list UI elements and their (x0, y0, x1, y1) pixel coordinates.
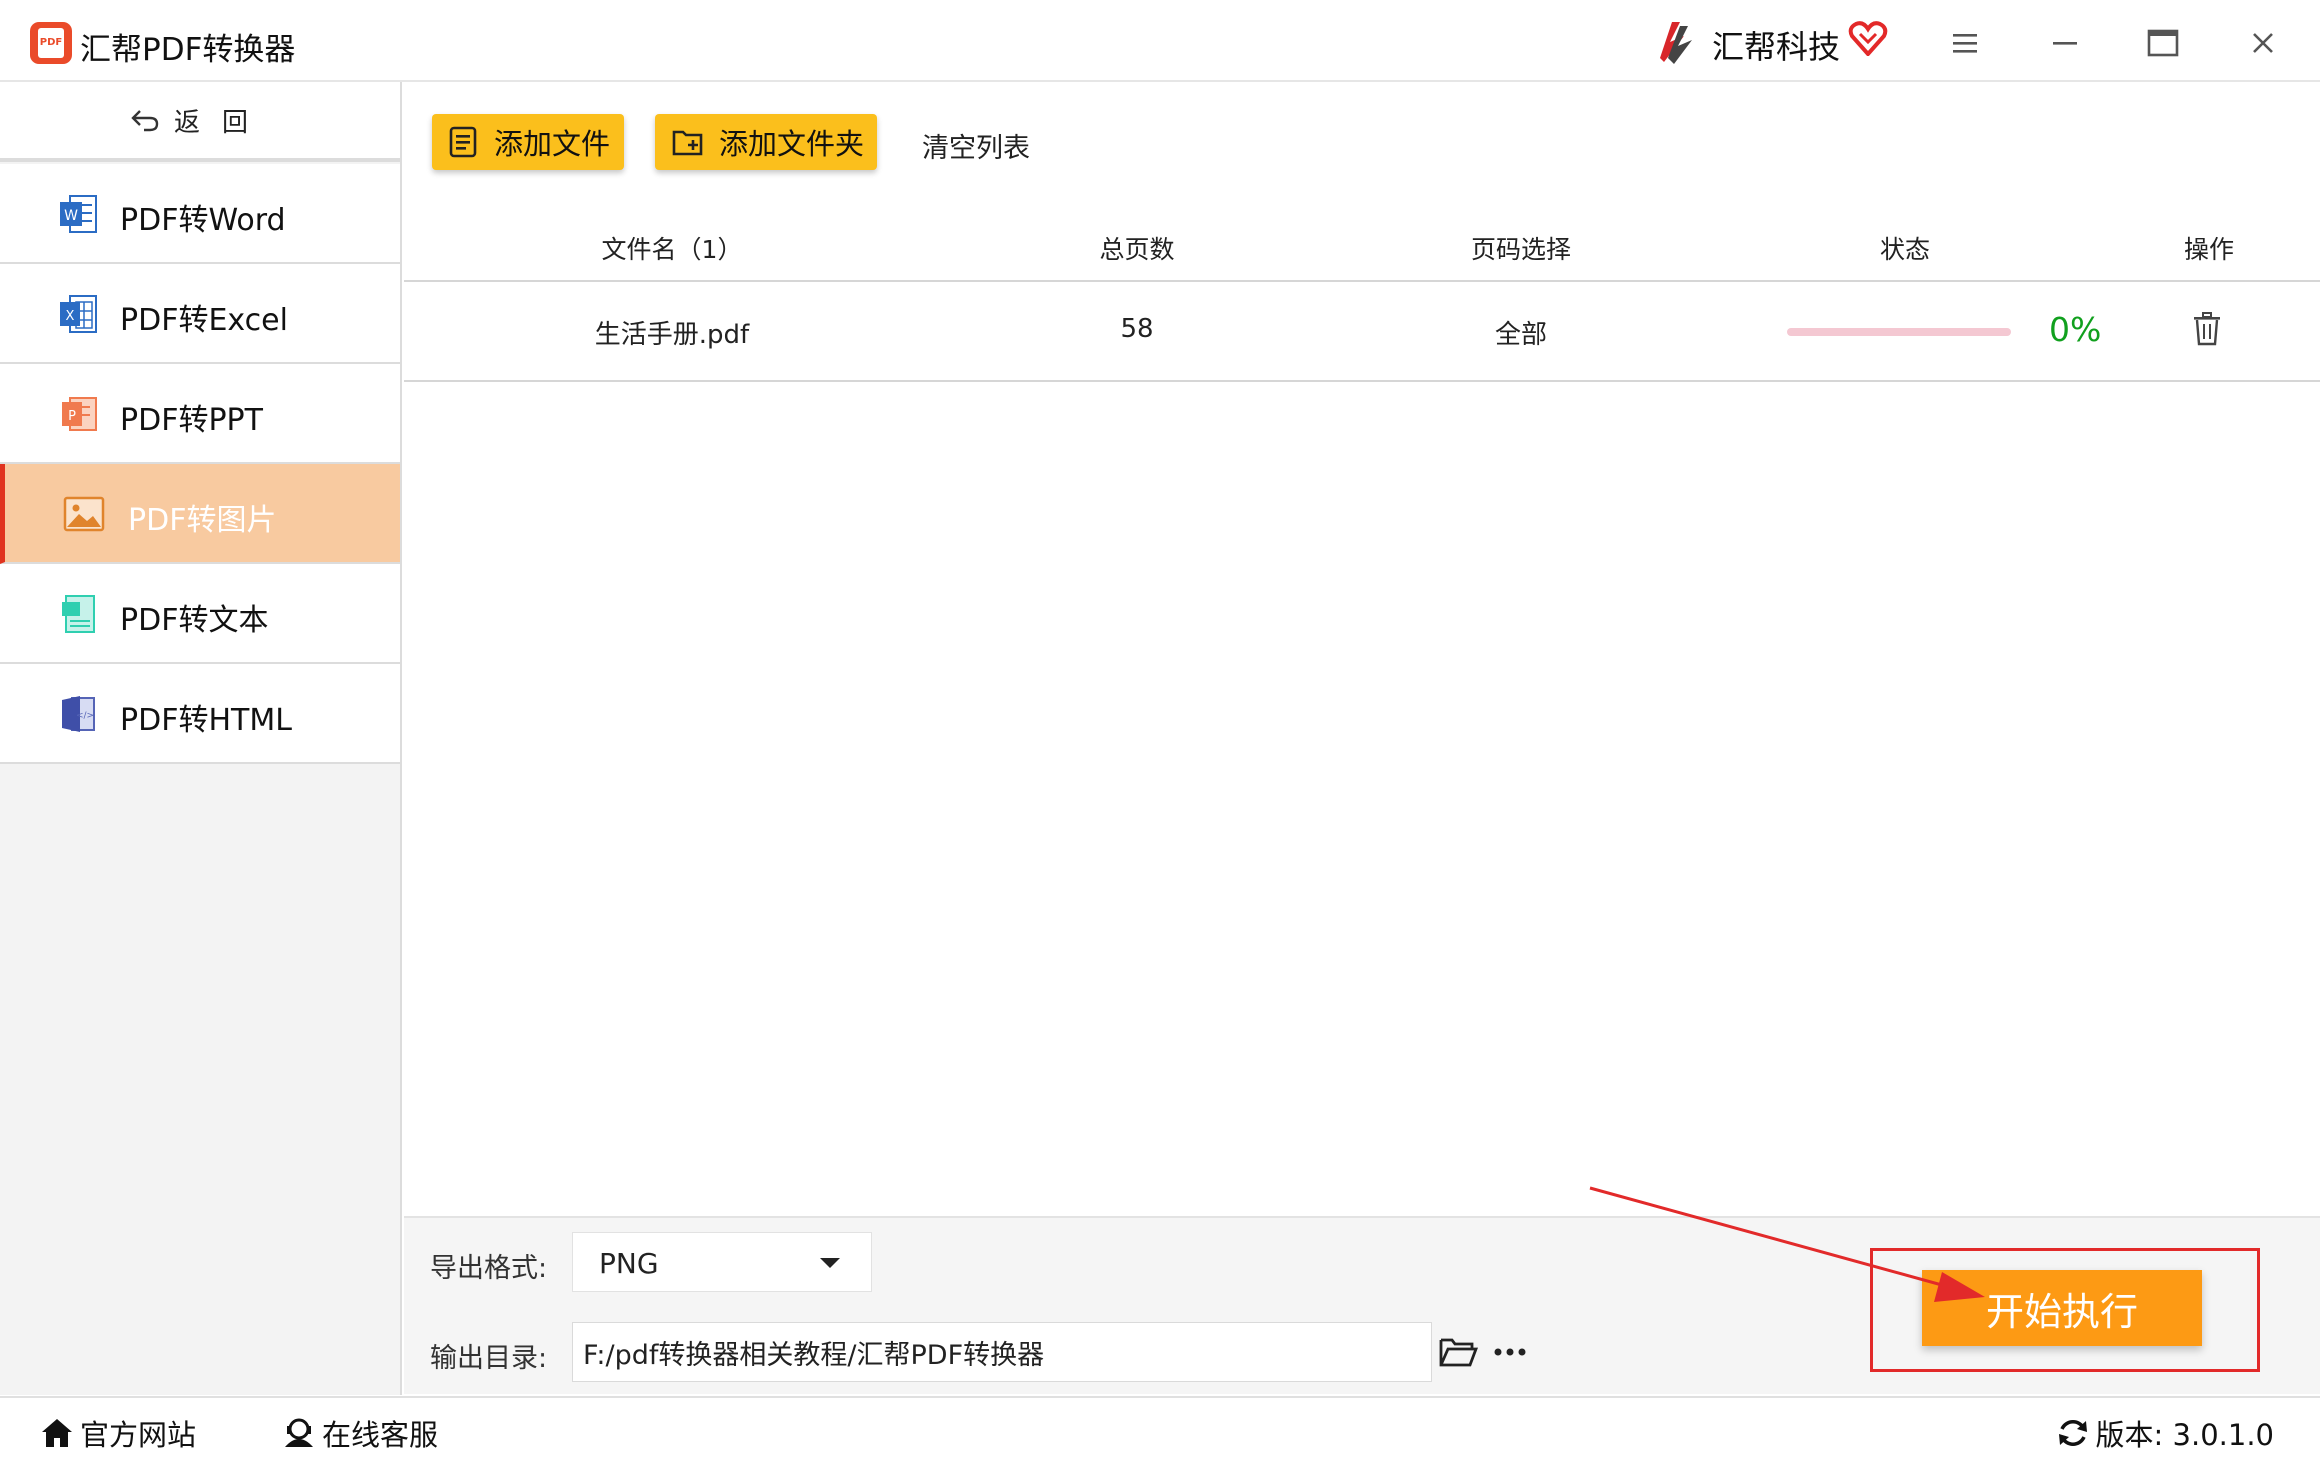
svg-text:W: W (64, 208, 78, 224)
column-header-status: 状态 (1879, 235, 1931, 264)
app-logo-text: PDF (39, 37, 63, 48)
add-file-label: 添加文件 (494, 127, 611, 161)
official-website-link[interactable]: 官方网站 (40, 1412, 196, 1454)
app-title: 汇帮PDF转换器 (80, 32, 296, 68)
table-row[interactable]: 生活手册.pdf 58 全部 0% (404, 282, 2320, 382)
add-folder-label: 添加文件夹 (719, 127, 865, 161)
sidebar-item-pdf-to-excel[interactable]: X PDF转Excel (0, 264, 400, 364)
customer-service-icon (285, 1418, 313, 1447)
column-header-page-range: 页码选择 (1470, 235, 1572, 264)
online-service-link[interactable]: 在线客服 (282, 1412, 438, 1454)
sidebar: 返回 W PDF转Word X PDF转Excel P PDF转PPT PDF转… (0, 82, 402, 1395)
progress-bar (1787, 328, 2011, 336)
sidebar-item-label: PDF转Word (120, 203, 286, 238)
home-icon (42, 1419, 72, 1447)
version-info: 版本: 3.0.1.0 (2056, 1412, 2274, 1454)
sidebar-item-label: PDF转Excel (120, 303, 288, 338)
column-header-actions: 操作 (2183, 235, 2235, 264)
column-header-filename: 文件名（1） (601, 235, 743, 264)
format-dropdown[interactable]: PNG (572, 1232, 872, 1292)
add-file-icon (449, 126, 477, 158)
maximize-icon[interactable] (2133, 18, 2193, 68)
back-button[interactable]: 返回 (0, 82, 400, 162)
back-label: 返回 (173, 107, 270, 138)
column-header-pages: 总页数 (1099, 235, 1175, 264)
open-folder-icon[interactable] (1438, 1334, 1478, 1370)
back-arrow-icon (131, 110, 159, 132)
add-folder-button[interactable]: 添加文件夹 (655, 114, 877, 170)
official-website-label: 官方网站 (80, 1418, 197, 1452)
status-bar: 官方网站 在线客服 版本: 3.0.1.0 (0, 1396, 2320, 1462)
brand-name: 汇帮科技 (1712, 28, 1841, 66)
sidebar-item-label: PDF转HTML (120, 703, 292, 738)
svg-text:P: P (68, 409, 76, 424)
file-name: 生活手册.pdf (594, 320, 750, 350)
title-bar: PDF 汇帮PDF转换器 汇帮科技 (0, 0, 2320, 82)
svg-text:X: X (66, 309, 75, 324)
chevron-down-icon (820, 1258, 840, 1268)
ppt-icon: P (62, 397, 97, 431)
progress-percent: 0% (2049, 310, 2102, 349)
sidebar-item-pdf-to-ppt[interactable]: P PDF转PPT (0, 364, 400, 464)
image-icon (63, 496, 105, 532)
close-icon[interactable] (2233, 18, 2293, 68)
delete-icon[interactable] (2192, 312, 2222, 346)
format-value: PNG (599, 1247, 659, 1280)
sidebar-item-label: PDF转图片 (128, 503, 277, 538)
toolbar: 添加文件 添加文件夹 清空列表 (404, 84, 2320, 194)
sidebar-item-pdf-to-image[interactable]: PDF转图片 (0, 464, 400, 564)
heart-vip-icon[interactable] (1848, 20, 1888, 56)
output-dir-label: 输出目录: (430, 1343, 548, 1374)
add-folder-icon (672, 130, 703, 156)
page-range[interactable]: 全部 (1495, 314, 1547, 351)
online-service-label: 在线客服 (322, 1418, 439, 1452)
output-settings: 导出格式: PNG 输出目录: 开始执行 (404, 1216, 2320, 1394)
clear-list-button[interactable]: 清空列表 (922, 126, 1030, 165)
huibang-brand-icon (1660, 22, 1692, 64)
text-icon (62, 595, 95, 633)
excel-icon: X (60, 295, 97, 333)
html-icon: </> (62, 696, 95, 732)
minimize-icon[interactable] (2035, 18, 2095, 68)
svg-text:</>: </> (76, 711, 94, 721)
nav-list: W PDF转Word X PDF转Excel P PDF转PPT PDF转图片 … (0, 164, 400, 764)
refresh-icon[interactable] (2056, 1417, 2090, 1449)
sidebar-item-pdf-to-word[interactable]: W PDF转Word (0, 164, 400, 264)
start-button-label: 开始执行 (1985, 1289, 2138, 1334)
sidebar-item-label: PDF转文本 (120, 603, 269, 638)
add-file-button[interactable]: 添加文件 (432, 114, 624, 170)
word-icon: W (60, 195, 97, 233)
sidebar-item-pdf-to-text[interactable]: PDF转文本 (0, 564, 400, 664)
page-count: 58 (1120, 314, 1154, 344)
sidebar-item-pdf-to-html[interactable]: </> PDF转HTML (0, 664, 400, 764)
version-label: 版本: 3.0.1.0 (2095, 1418, 2274, 1452)
pdf-app-icon: PDF (30, 22, 72, 64)
table-header: 文件名（1） 总页数 页码选择 状态 操作 (404, 212, 2320, 282)
menu-icon[interactable] (1935, 18, 1995, 68)
sidebar-item-label: PDF转PPT (120, 403, 263, 438)
more-options-icon[interactable] (1490, 1334, 1530, 1370)
start-button[interactable]: 开始执行 (1922, 1270, 2202, 1346)
format-label: 导出格式: (430, 1253, 548, 1284)
output-dir-input[interactable] (572, 1322, 1432, 1382)
